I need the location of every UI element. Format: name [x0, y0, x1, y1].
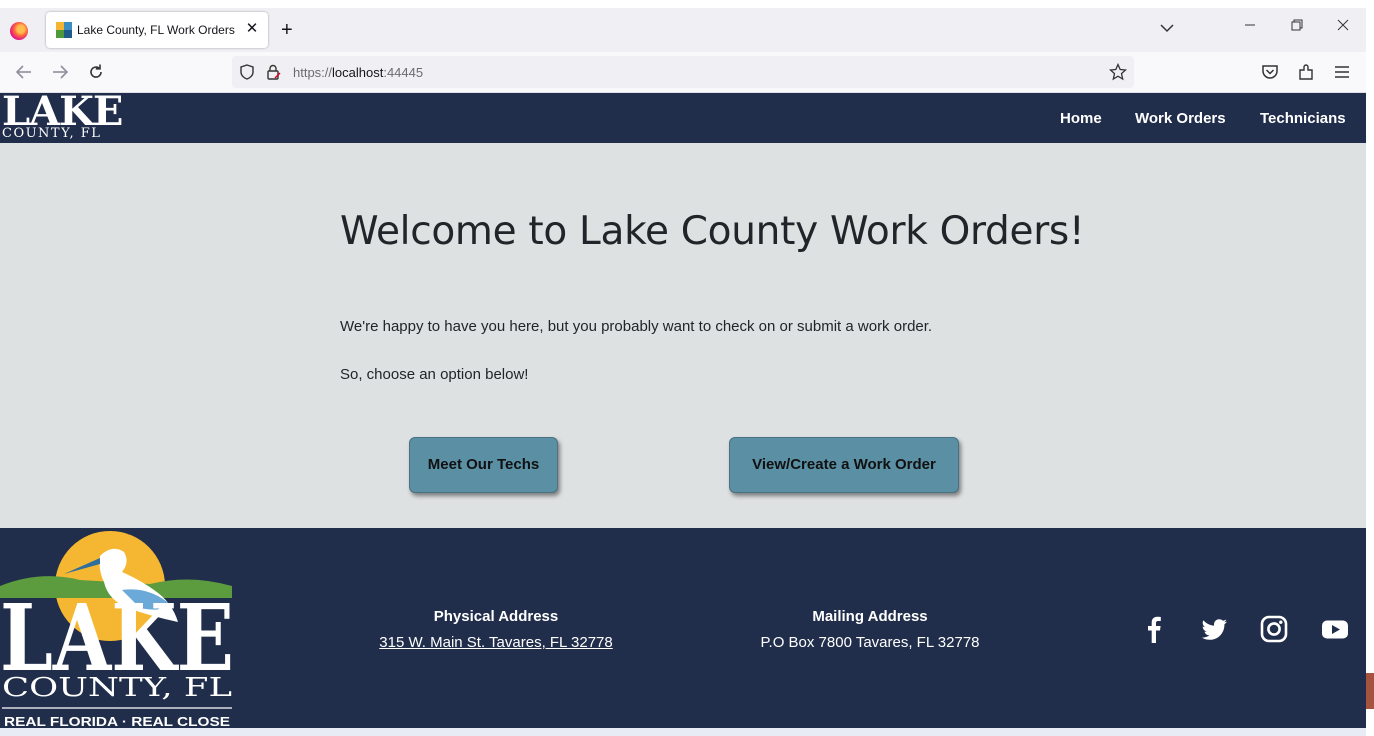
tab-title: Lake County, FL Work Orders	[77, 23, 235, 37]
url-bar[interactable]: https://localhost:44445	[232, 56, 1134, 88]
window-top-strip	[0, 0, 1374, 8]
forward-icon[interactable]	[50, 62, 70, 82]
choose-option-text: So, choose an option below!	[340, 366, 529, 383]
shield-icon[interactable]	[238, 63, 256, 81]
new-tab-button[interactable]: +	[281, 20, 293, 40]
menu-icon[interactable]	[1332, 62, 1352, 82]
page-title: Welcome to Lake County Work Orders!	[340, 209, 1085, 254]
view-create-work-order-button[interactable]: View/Create a Work Order	[729, 437, 959, 493]
scrollbar-gutter[interactable]	[1366, 8, 1374, 736]
site-header: LAKE COUNTY, FL Home Work Orders Technic…	[0, 89, 1366, 143]
physical-address-link[interactable]: 315 W. Main St. Tavares, FL 32778	[356, 634, 636, 651]
firefox-icon[interactable]	[10, 22, 28, 40]
site-footer: LAKE COUNTY, FL REAL FLORIDA · REAL CLOS…	[0, 528, 1366, 728]
intro-text: We're happy to have you here, but you pr…	[340, 318, 933, 335]
browser-nav-bar: https://localhost:44445	[0, 52, 1366, 93]
footer-logo-county: COUNTY, FL	[2, 673, 232, 703]
url-text[interactable]: https://localhost:44445	[293, 65, 423, 80]
restore-icon[interactable]	[1290, 18, 1304, 32]
tab-close-button[interactable]: ✕	[244, 19, 260, 39]
twitter-icon[interactable]	[1199, 614, 1229, 644]
mailing-address-title: Mailing Address	[812, 608, 928, 625]
minimize-icon[interactable]	[1243, 18, 1257, 32]
nav-home[interactable]: Home	[1060, 110, 1102, 127]
instagram-icon[interactable]	[1259, 614, 1289, 644]
window-bottom-strip	[0, 728, 1366, 736]
tab-list-icon[interactable]	[1159, 20, 1175, 36]
main-content: Welcome to Lake County Work Orders! We'r…	[0, 143, 1366, 528]
close-window-icon[interactable]	[1336, 18, 1350, 32]
url-prefix: https://	[293, 65, 333, 80]
extensions-icon[interactable]	[1296, 62, 1316, 82]
browser-tab[interactable]: Lake County, FL Work Orders ✕	[46, 12, 268, 48]
edge-widget	[1366, 673, 1374, 709]
lock-icon[interactable]	[264, 63, 282, 81]
nav-technicians[interactable]: Technicians	[1260, 110, 1346, 127]
mailing-address-text: P.O Box 7800 Tavares, FL 32778	[760, 634, 980, 651]
youtube-icon[interactable]	[1320, 614, 1350, 644]
back-icon[interactable]	[14, 62, 34, 82]
browser-tab-bar: Lake County, FL Work Orders ✕ +	[0, 8, 1366, 52]
facebook-icon[interactable]	[1139, 614, 1169, 644]
meet-techs-button[interactable]: Meet Our Techs	[409, 437, 558, 493]
nav-work-orders[interactable]: Work Orders	[1135, 110, 1226, 127]
star-icon[interactable]	[1109, 63, 1127, 81]
footer-logo[interactable]: LAKE COUNTY, FL REAL FLORIDA · REAL CLOS…	[0, 528, 236, 728]
footer-logo-tagline: REAL FLORIDA · REAL CLOSE	[4, 714, 230, 728]
url-host: localhost	[332, 65, 384, 80]
url-port: :44445	[383, 65, 424, 80]
header-logo-county: COUNTY, FL	[2, 126, 102, 141]
reload-icon[interactable]	[86, 62, 106, 82]
pocket-icon[interactable]	[1260, 62, 1280, 82]
favicon-icon	[56, 22, 72, 38]
physical-address-title: Physical Address	[433, 608, 559, 625]
